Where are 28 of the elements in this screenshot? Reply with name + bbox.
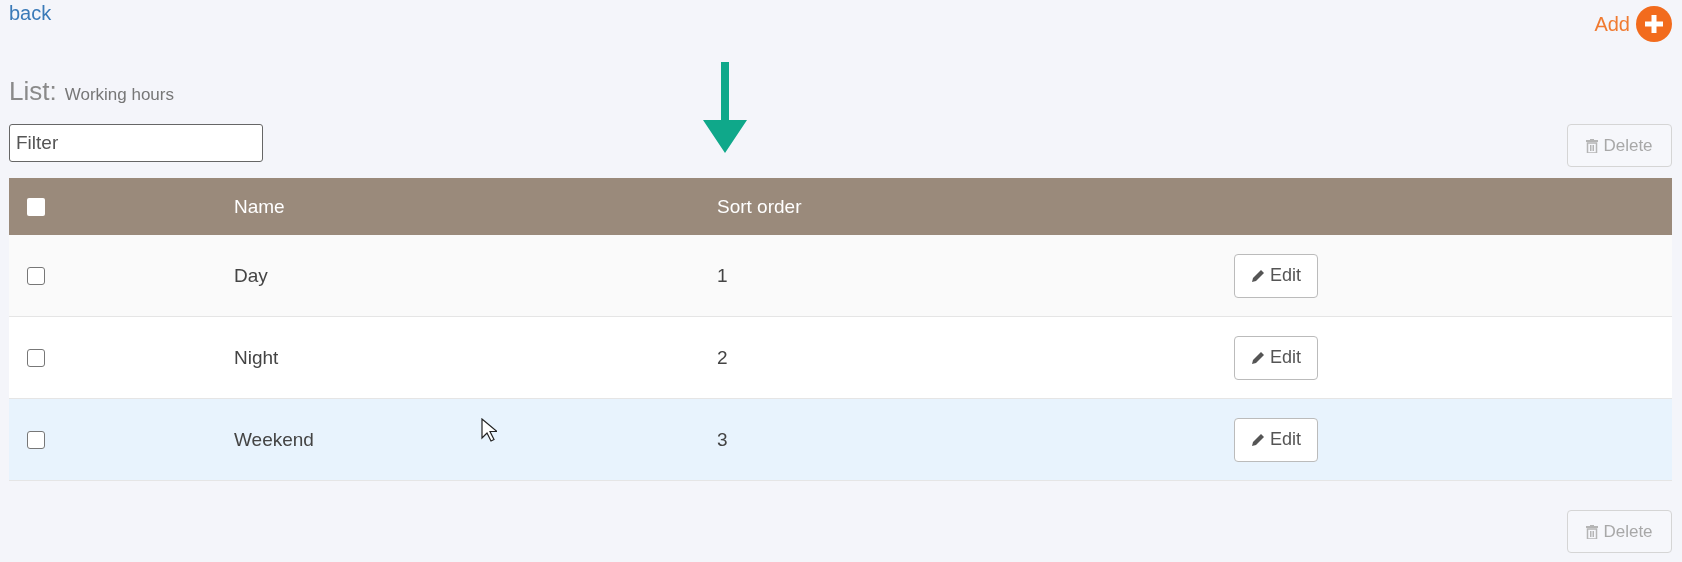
table-cell: 2: [717, 346, 728, 368]
row-checkbox[interactable]: [27, 348, 45, 367]
select-all-checkbox[interactable]: [27, 197, 45, 216]
pencil-icon: [1251, 432, 1265, 447]
table-cell: Weekend: [234, 428, 314, 450]
table-cell: Day: [234, 264, 268, 286]
trash-icon: [1586, 138, 1599, 153]
back-link[interactable]: back: [9, 0, 52, 26]
plus-icon: [1636, 6, 1672, 42]
edit-button[interactable]: Edit: [1234, 417, 1318, 462]
add-button[interactable]: Add: [1594, 6, 1672, 42]
column-header[interactable]: Sort order: [717, 195, 802, 217]
filter-field[interactable]: Filter: [9, 124, 263, 162]
pencil-icon: [1251, 268, 1265, 283]
table-cell: Night: [234, 346, 279, 368]
list-label: List:: [9, 76, 57, 107]
table-cell: 1: [717, 264, 728, 286]
table-cell: 3: [717, 428, 728, 450]
edit-button[interactable]: Edit: [1234, 253, 1318, 298]
edit-button[interactable]: Edit: [1234, 335, 1318, 380]
list-name: Working hours: [64, 85, 174, 105]
row-checkbox[interactable]: [27, 430, 45, 449]
column-header[interactable]: Name: [234, 195, 285, 217]
mouse-cursor-icon: [481, 418, 497, 442]
down-arrow-icon: [703, 62, 747, 153]
trash-icon: [1586, 524, 1599, 539]
pencil-icon: [1251, 350, 1265, 365]
row-checkbox[interactable]: [27, 266, 45, 285]
